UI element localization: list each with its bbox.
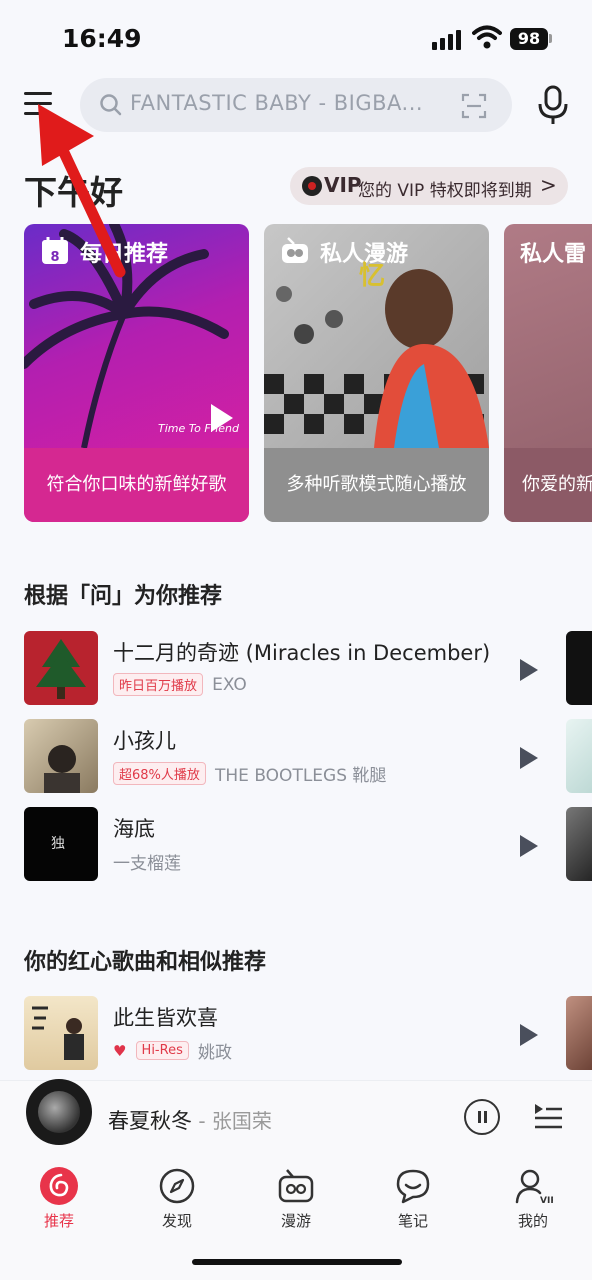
- menu-button[interactable]: [22, 88, 56, 122]
- search-placeholder: FANTASTIC BABY - BIGBA...: [130, 91, 424, 115]
- scan-icon[interactable]: [460, 92, 488, 120]
- song-row[interactable]: 小孩儿 超68%人播放 THE BOOTLEGS 靴腿: [0, 719, 592, 795]
- song-meta: ♥ Hi-Res 姚政: [113, 1038, 232, 1063]
- song-title: 此生皆欢喜: [113, 1006, 218, 1030]
- vip-expiry-banner[interactable]: VIP 您的 VIP 特权即将到期 >: [290, 167, 568, 205]
- play-icon[interactable]: [211, 404, 233, 432]
- search-icon: [100, 94, 122, 116]
- chat-bubble-icon: [396, 1169, 430, 1204]
- tab-label: 笔记: [397, 1212, 428, 1230]
- tab-label: 漫游: [280, 1212, 311, 1230]
- song-artist: 姚政: [197, 1043, 232, 1063]
- vip-expiry-text: 您的 VIP 特权即将到期: [358, 181, 532, 201]
- play-icon[interactable]: [520, 747, 538, 769]
- status-time: 16:49: [62, 24, 142, 53]
- song-meta: 昨日百万播放 EXO: [113, 673, 247, 697]
- pause-button[interactable]: [464, 1099, 500, 1135]
- feature-cards-carousel[interactable]: 8 每日推荐 Time To Friend 符合你口味的新鲜好歌 忆 私人漫游: [0, 224, 592, 522]
- now-playing-disc[interactable]: [26, 1079, 92, 1145]
- greeting-title: 下午好: [24, 173, 123, 212]
- song-artist: EXO: [212, 674, 247, 695]
- play-icon[interactable]: [520, 1024, 538, 1046]
- daily-recommend-card[interactable]: 8 每日推荐 Time To Friend 符合你口味的新鲜好歌: [24, 224, 249, 522]
- card-subtitle: 符合你口味的新鲜好歌: [46, 474, 227, 495]
- card-footer: 符合你口味的新鲜好歌: [24, 448, 249, 522]
- chevron-right-icon: >: [540, 173, 557, 197]
- search-bar[interactable]: FANTASTIC BABY - BIGBA...: [80, 78, 512, 132]
- album-cover: [24, 996, 98, 1070]
- song-title: 小孩儿: [113, 729, 176, 753]
- album-cover-text: 独: [51, 836, 65, 852]
- hi-res-badge: Hi-Res: [135, 1041, 189, 1060]
- card-footer: 多种听歌模式随心播放: [264, 448, 489, 522]
- svg-text:VIP: VIP: [540, 1196, 553, 1206]
- section-title-recommend: 根据「问」为你推荐: [24, 584, 223, 609]
- calendar-icon: 8: [42, 237, 68, 265]
- play-icon[interactable]: [520, 659, 538, 681]
- card-title: 每日推荐: [80, 242, 169, 267]
- tab-roam[interactable]: 漫游: [256, 1166, 336, 1234]
- card-footer: 你爱的新: [504, 448, 592, 522]
- song-row[interactable]: 此生皆欢喜 ♥ Hi-Res 姚政: [0, 996, 592, 1072]
- song-artist: 一支榴莲: [113, 854, 181, 874]
- radio-icon: [278, 1169, 314, 1203]
- tab-mine[interactable]: VIP 我的: [493, 1166, 573, 1234]
- album-cover: [24, 719, 98, 793]
- vinyl-disc-icon: [302, 176, 322, 196]
- status-bar: 16:49 98: [0, 0, 592, 70]
- song-row[interactable]: 十二月的奇迹 (Miracles in December) 昨日百万播放 EXO: [0, 631, 592, 707]
- user-vip-icon: VIP: [515, 1169, 553, 1206]
- singer-art: [32, 1006, 84, 1060]
- calendar-day: 8: [50, 250, 59, 265]
- play-count-badge: 昨日百万播放: [113, 673, 204, 696]
- now-playing-song: 春夏秋冬: [108, 1109, 192, 1133]
- tab-label: 发现: [161, 1212, 192, 1230]
- microphone-icon[interactable]: [534, 84, 572, 126]
- vip-badge: VIP: [324, 173, 362, 197]
- next-column-cover: [566, 807, 592, 881]
- cellular-signal-icon: [432, 30, 464, 50]
- heart-icon: ♥: [113, 1041, 127, 1060]
- song-row[interactable]: 独 海底 一支榴莲: [0, 807, 592, 883]
- tab-recommend[interactable]: 推荐: [19, 1166, 99, 1234]
- card-subtitle: 多种听歌模式随心播放: [286, 474, 467, 495]
- playlist-queue-icon[interactable]: [532, 1101, 564, 1131]
- next-column-cover: [566, 719, 592, 793]
- radio-icon: [282, 237, 308, 263]
- battery-tip: [549, 34, 552, 43]
- private-radar-card[interactable]: 私人雷 你爱的新: [504, 224, 592, 522]
- card-title: 私人漫游: [320, 242, 409, 267]
- tab-notes[interactable]: 笔记: [373, 1166, 453, 1234]
- song-artist: THE BOOTLEGS 靴腿: [215, 766, 387, 786]
- tab-label: 推荐: [43, 1212, 74, 1230]
- album-cover: 独: [24, 807, 98, 881]
- song-meta: 超68%人播放 THE BOOTLEGS 靴腿: [113, 761, 387, 786]
- song-meta: 一支榴莲: [113, 849, 181, 874]
- album-cover: [24, 631, 98, 705]
- song-title: 海底: [113, 817, 155, 841]
- tab-discover[interactable]: 发现: [137, 1166, 217, 1234]
- now-playing-title: 春夏秋冬 - 张国荣: [108, 1105, 272, 1135]
- compass-icon: [159, 1168, 195, 1204]
- netease-logo-icon: [40, 1167, 78, 1205]
- card-title: 私人雷: [520, 242, 587, 267]
- battery-level: 98: [510, 28, 548, 50]
- wifi-icon: [472, 25, 502, 49]
- play-percent-badge: 超68%人播放: [113, 762, 206, 785]
- card-subtitle: 你爱的新: [522, 474, 592, 495]
- private-roaming-card[interactable]: 忆 私人漫游 多种听歌模式随心播放: [264, 224, 489, 522]
- next-column-cover: [566, 631, 592, 705]
- play-icon[interactable]: [520, 835, 538, 857]
- home-indicator: [192, 1259, 402, 1265]
- christmas-tree-art: [36, 639, 86, 699]
- next-column-cover: [566, 996, 592, 1070]
- mini-player[interactable]: 春夏秋冬 - 张国荣: [0, 1079, 592, 1156]
- tab-label: 我的: [517, 1212, 548, 1230]
- now-playing-artist: - 张国荣: [192, 1109, 272, 1133]
- portrait-art: [44, 745, 80, 793]
- section-title-heart-songs: 你的红心歌曲和相似推荐: [24, 950, 267, 975]
- song-title: 十二月的奇迹 (Miracles in December): [113, 641, 491, 665]
